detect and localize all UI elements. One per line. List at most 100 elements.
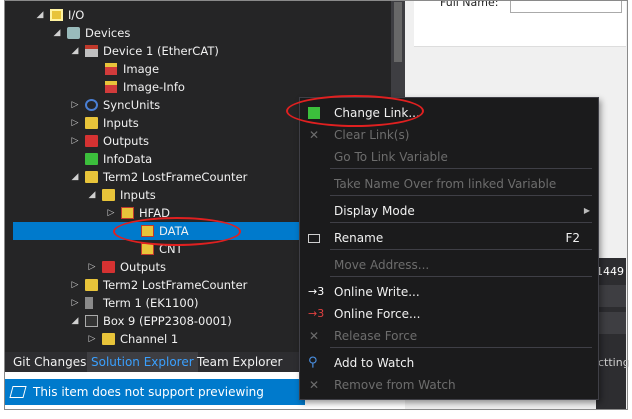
menu-item-online-write[interactable]: →3 Online Write... — [300, 281, 598, 303]
devices-icon — [67, 27, 80, 39]
preview-icon — [9, 386, 27, 398]
menu-item-move-address: Move Address... — [300, 254, 598, 276]
menu-item-clear-link-s: ✕ Clear Link(s) — [300, 124, 598, 146]
context-menu: Change Link... ✕ Clear Link(s) Go To Link V… — [299, 97, 599, 400]
menu-item-online-force[interactable]: →3 Online Force... — [300, 303, 598, 325]
image-info-icon — [105, 81, 117, 93]
online-value: 1449 — [596, 265, 624, 278]
collapsed-chevron-icon[interactable]: ▷ — [87, 258, 97, 276]
menu-item-go-to-link-variable: Go To Link Variable — [300, 146, 598, 168]
shortcut-label: F2 — [565, 231, 580, 245]
menu-item-label: Remove from Watch — [334, 378, 456, 392]
tree-item-devices[interactable]: ◢ Devices — [5, 24, 385, 42]
tree-item-label: InfoData — [103, 152, 153, 166]
tree-item-label: Term2 LostFrameCounter — [103, 170, 248, 184]
tree-item-label: Device 1 (EtherCAT) — [103, 44, 219, 58]
full-name-label: Full Name: — [440, 0, 499, 9]
collapsed-chevron-icon[interactable]: ▷ — [70, 96, 80, 114]
menu-item-change-link[interactable]: Change Link... — [300, 102, 598, 124]
tree-item-label: Channel 1 — [120, 332, 179, 346]
remove-watch-icon: ✕ — [308, 378, 320, 392]
full-name-field[interactable] — [510, 0, 622, 13]
explorer-tab-strip: Git Changes Solution Explorer Team Explo… — [5, 352, 305, 372]
expanded-chevron-icon[interactable]: ◢ — [70, 312, 80, 330]
inputs-folder-icon — [102, 189, 115, 201]
tab-team-explorer[interactable]: Team Explorer — [193, 352, 287, 372]
tree-item-label: Devices — [85, 26, 131, 40]
status-bar: This item does not support previewing — [5, 379, 305, 405]
online-field-1[interactable] — [596, 285, 626, 307]
tree-item-label: Term2 LostFrameCounter — [103, 278, 248, 292]
box-icon — [85, 315, 98, 327]
collapsed-chevron-icon[interactable]: ▷ — [70, 276, 80, 294]
menu-separator — [330, 347, 592, 348]
device-icon — [85, 45, 98, 57]
collapsed-chevron-icon[interactable]: ▷ — [70, 294, 80, 312]
menu-item-label: Online Force... — [334, 307, 421, 321]
online-field-2[interactable] — [596, 312, 626, 334]
menu-separator — [330, 168, 592, 169]
tree-item-label: HFAD — [139, 206, 170, 220]
menu-item-label: Go To Link Variable — [334, 150, 448, 164]
menu-separator — [330, 249, 592, 250]
tree-item-image-info[interactable]: Image-Info — [5, 78, 385, 96]
tree-item-label: I/O — [68, 8, 85, 22]
online-panel — [596, 258, 626, 410]
status-text: This item does not support previewing — [33, 385, 264, 399]
menu-item-label: Online Write... — [334, 285, 420, 299]
tab-solution-explorer[interactable]: Solution Explorer — [87, 352, 198, 372]
expanded-chevron-icon[interactable]: ◢ — [87, 186, 97, 204]
tree-item-label: Term 1 (EK1100) — [103, 296, 199, 310]
menu-separator — [330, 195, 592, 196]
menu-item-release-force: ✕ Release Force — [300, 325, 598, 347]
expanded-chevron-icon[interactable]: ◢ — [70, 42, 80, 60]
tree-item-label: Outputs — [120, 260, 166, 274]
clear-link-icon: ✕ — [308, 128, 320, 142]
variable-icon — [141, 243, 154, 255]
rename-icon — [308, 234, 320, 243]
collapsed-chevron-icon[interactable]: ▷ — [70, 132, 80, 150]
menu-item-label: Rename — [334, 231, 384, 245]
variable-icon — [141, 225, 154, 237]
term-icon — [85, 171, 98, 183]
infodata-folder-icon — [85, 153, 98, 165]
expanded-chevron-icon[interactable]: ◢ — [70, 168, 80, 186]
menu-separator — [330, 276, 592, 277]
channel-folder-icon — [102, 333, 115, 345]
inputs-folder-icon — [85, 117, 98, 129]
syncunits-icon — [85, 99, 98, 111]
tree-item-label: Box 9 (EPP2308-0001) — [103, 314, 232, 328]
menu-item-remove-from-watch: ✕ Remove from Watch — [300, 374, 598, 396]
image-icon — [105, 63, 117, 75]
tree-item-label: CNT — [159, 242, 183, 256]
tree-item-image[interactable]: Image — [5, 60, 385, 78]
tree-item-device-1-ethercat[interactable]: ◢ Device 1 (EtherCAT) — [5, 42, 385, 60]
collapsed-chevron-icon[interactable]: ▷ — [70, 114, 80, 132]
coupler-icon — [85, 297, 93, 309]
menu-item-label: Change Link... — [334, 106, 420, 120]
term-icon — [85, 279, 98, 291]
tree-item-label: Image — [123, 62, 160, 76]
tree-scrollbar-thumb[interactable] — [394, 2, 402, 62]
menu-item-rename[interactable]: Rename F2 — [300, 227, 598, 249]
tree-item-label: Outputs — [103, 134, 149, 148]
release-force-icon: ✕ — [308, 329, 320, 343]
menu-item-label: Display Mode — [334, 204, 415, 218]
collapsed-chevron-icon[interactable]: ▷ — [87, 330, 97, 348]
io-icon — [50, 9, 63, 21]
tab-git-changes[interactable]: Git Changes — [9, 352, 90, 372]
change-link-icon — [308, 107, 320, 119]
tree-item-label: Inputs — [103, 116, 139, 130]
expanded-chevron-icon[interactable]: ◢ — [52, 24, 62, 42]
menu-item-take-name-over-from-linked-variable: Take Name Over from linked Variable — [300, 173, 598, 195]
outputs-folder-icon — [85, 135, 98, 147]
expanded-chevron-icon[interactable]: ◢ — [35, 6, 45, 24]
collapsed-chevron-icon[interactable]: ▷ — [106, 204, 116, 222]
tree-item-i-o[interactable]: ◢ I/O — [5, 6, 385, 24]
menu-item-label: Take Name Over from linked Variable — [334, 177, 557, 191]
menu-item-add-to-watch[interactable]: ⚲ Add to Watch — [300, 352, 598, 374]
menu-item-label: Move Address... — [334, 258, 430, 272]
online-write-icon: →3 — [308, 285, 325, 298]
menu-separator — [330, 222, 592, 223]
menu-item-display-mode[interactable]: Display Mode ▶ — [300, 200, 598, 222]
